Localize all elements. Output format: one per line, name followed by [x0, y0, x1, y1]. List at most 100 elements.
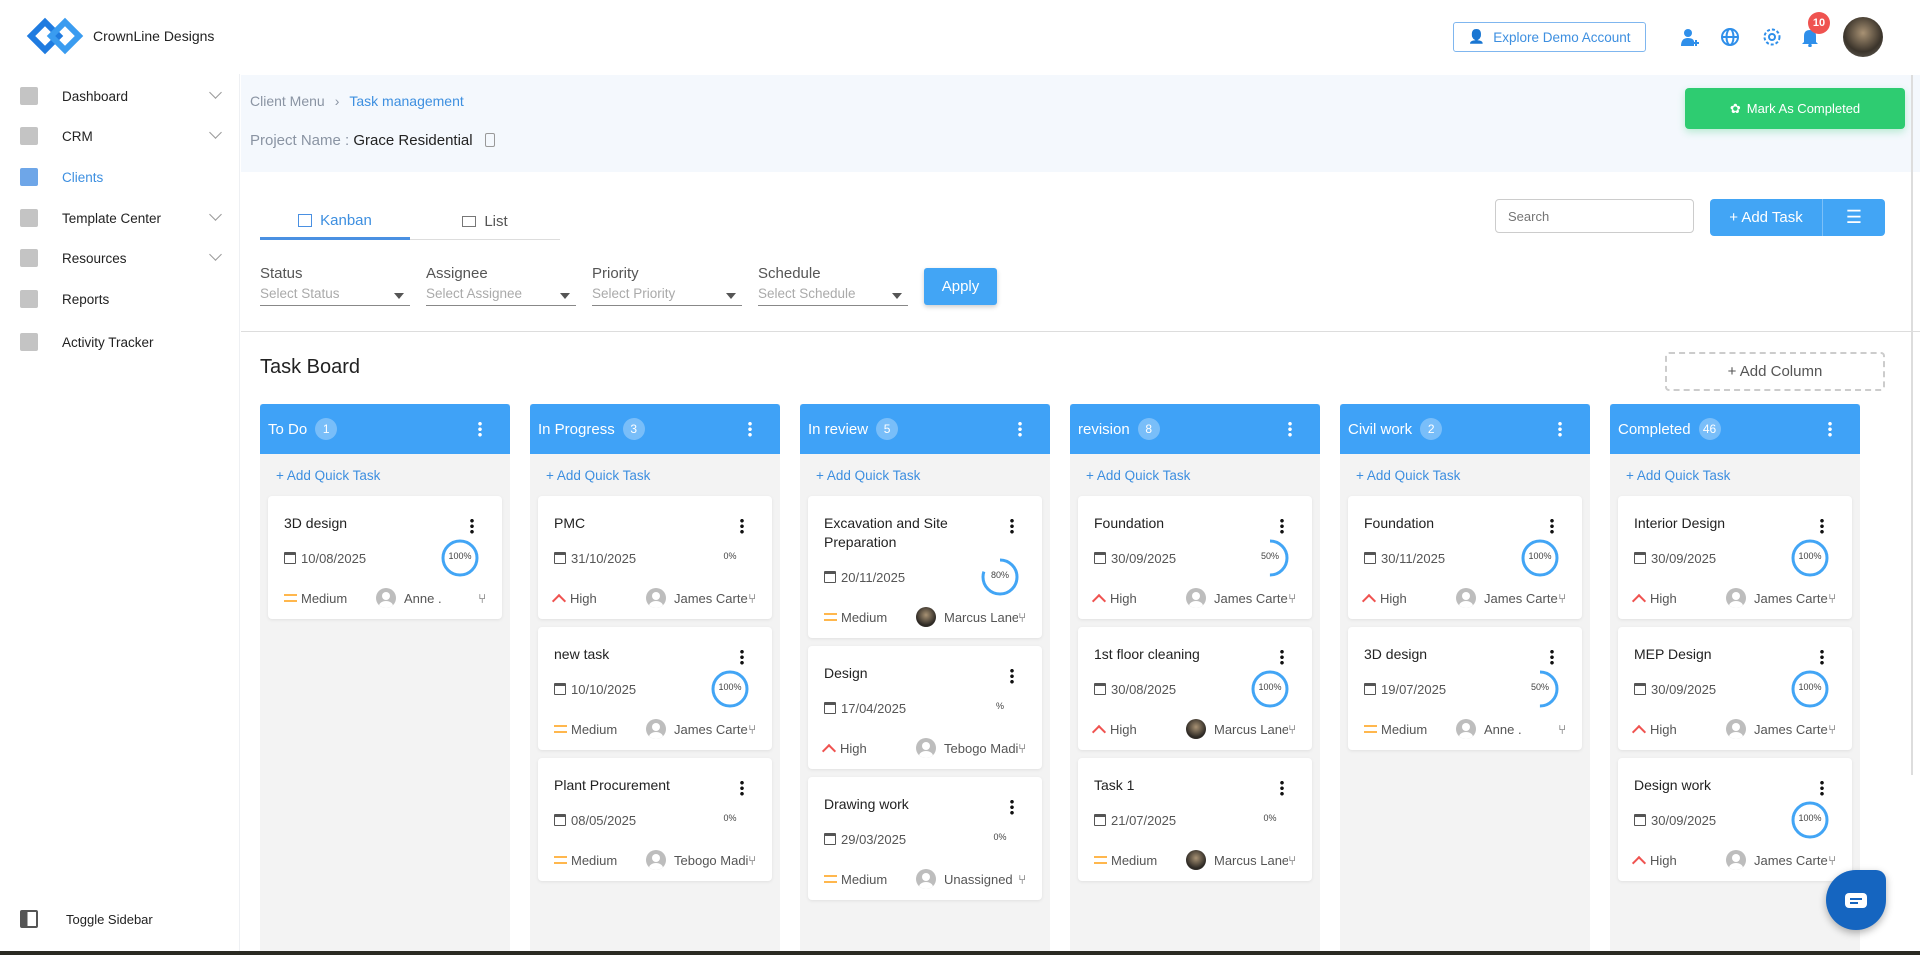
column-header[interactable]: revision 8 — [1070, 404, 1320, 454]
task-menu-icon[interactable] — [1820, 649, 1824, 665]
task-menu-icon[interactable] — [740, 649, 744, 665]
add-task-options-button[interactable]: ☰ — [1822, 199, 1885, 236]
mark-as-completed-button[interactable]: ✿ Mark As Completed — [1685, 88, 1905, 129]
column-menu-icon[interactable] — [1288, 421, 1292, 437]
apply-filters-button[interactable]: Apply — [924, 268, 997, 305]
task-card[interactable]: 3D design 19/07/2025 50% Medium Anne . ⑂ — [1348, 627, 1582, 750]
subtasks-icon[interactable]: ⑂ — [748, 591, 756, 606]
brand-logo[interactable]: CrownLine Designs — [25, 10, 214, 62]
task-menu-icon[interactable] — [1550, 649, 1554, 665]
column-header[interactable]: Completed 46 — [1610, 404, 1860, 454]
subtasks-icon[interactable]: ⑂ — [1828, 853, 1836, 868]
chat-support-button[interactable] — [1826, 870, 1886, 930]
column-header[interactable]: In review 5 — [800, 404, 1050, 454]
column-menu-icon[interactable] — [1558, 421, 1562, 437]
subtasks-icon[interactable]: ⑂ — [748, 722, 756, 737]
tab-list[interactable]: List — [410, 203, 560, 240]
add-quick-task-button[interactable]: + Add Quick Task — [260, 454, 510, 496]
add-user-icon[interactable] — [1678, 26, 1700, 48]
column-menu-icon[interactable] — [1828, 421, 1832, 437]
subtasks-icon[interactable]: ⑂ — [748, 853, 756, 868]
sidebar-item-clients[interactable]: Clients — [20, 162, 220, 192]
task-card[interactable]: Foundation 30/09/2025 50% High James Car… — [1078, 496, 1312, 619]
sidebar-item-crm[interactable]: CRM — [20, 121, 222, 151]
column-menu-icon[interactable] — [748, 421, 752, 437]
toggle-sidebar-button[interactable]: Toggle Sidebar — [20, 910, 153, 928]
add-quick-task-button[interactable]: + Add Quick Task — [1070, 454, 1320, 496]
priority-select[interactable]: Select Priority — [592, 286, 742, 306]
task-menu-icon[interactable] — [1280, 649, 1284, 665]
schedule-filter[interactable]: Schedule Select Schedule — [758, 265, 908, 306]
sidebar-item-reports[interactable]: Reports — [20, 284, 220, 314]
subtasks-icon[interactable]: ⑂ — [1018, 610, 1026, 625]
task-card[interactable]: Design work 30/09/2025 100% High James C… — [1618, 758, 1852, 881]
chevron-down-icon[interactable] — [209, 248, 222, 261]
task-card[interactable]: Drawing work 29/03/2025 0% Medium Unassi… — [808, 777, 1042, 900]
task-menu-icon[interactable] — [1820, 518, 1824, 534]
task-card[interactable]: Plant Procurement 08/05/2025 0% Medium T… — [538, 758, 772, 881]
tab-kanban[interactable]: Kanban — [260, 203, 410, 240]
sidebar-item-activity-tracker[interactable]: Activity Tracker — [20, 327, 220, 357]
sidebar-item-resources[interactable]: Resources — [20, 243, 222, 273]
task-card[interactable]: Design 17/04/2025 % High Tebogo Madi ⑂ — [808, 646, 1042, 769]
task-card[interactable]: Excavation and Site Preparation 20/11/20… — [808, 496, 1042, 638]
task-menu-icon[interactable] — [1820, 780, 1824, 796]
task-card[interactable]: MEP Design 30/09/2025 100% High James Ca… — [1618, 627, 1852, 750]
subtasks-icon[interactable]: ⑂ — [478, 591, 486, 606]
add-quick-task-button[interactable]: + Add Quick Task — [530, 454, 780, 496]
status-filter[interactable]: Status Select Status — [260, 265, 410, 306]
chevron-down-icon[interactable] — [209, 208, 222, 221]
priority-filter[interactable]: Priority Select Priority — [592, 265, 742, 306]
subtasks-icon[interactable]: ⑂ — [1558, 722, 1566, 737]
assignee-filter[interactable]: Assignee Select Assignee — [426, 265, 576, 306]
task-card[interactable]: new task 10/10/2025 100% Medium James Ca… — [538, 627, 772, 750]
task-menu-icon[interactable] — [1010, 518, 1014, 534]
add-quick-task-button[interactable]: + Add Quick Task — [800, 454, 1050, 496]
add-quick-task-button[interactable]: + Add Quick Task — [1610, 454, 1860, 496]
subtasks-icon[interactable]: ⑂ — [1018, 872, 1026, 887]
column-menu-icon[interactable] — [1018, 421, 1022, 437]
add-task-button[interactable]: + Add Task — [1710, 199, 1822, 236]
search-input[interactable] — [1495, 199, 1694, 233]
add-quick-task-button[interactable]: + Add Quick Task — [1340, 454, 1590, 496]
chevron-down-icon[interactable] — [209, 86, 222, 99]
subtasks-icon[interactable]: ⑂ — [1288, 722, 1296, 737]
page-scrollbar[interactable] — [1911, 75, 1913, 775]
task-menu-icon[interactable] — [1280, 780, 1284, 796]
copy-icon[interactable] — [484, 133, 495, 147]
subtasks-icon[interactable]: ⑂ — [1558, 591, 1566, 606]
task-card[interactable]: 1st floor cleaning 30/08/2025 100% High … — [1078, 627, 1312, 750]
task-card[interactable]: Task 1 21/07/2025 0% Medium Marcus Lane … — [1078, 758, 1312, 881]
subtasks-icon[interactable]: ⑂ — [1828, 722, 1836, 737]
task-menu-icon[interactable] — [470, 518, 474, 534]
settings-gear-icon[interactable] — [1761, 26, 1783, 48]
sidebar-item-dashboard[interactable]: Dashboard — [20, 81, 222, 111]
subtasks-icon[interactable]: ⑂ — [1288, 591, 1296, 606]
task-menu-icon[interactable] — [740, 518, 744, 534]
column-header[interactable]: Civil work 2 — [1340, 404, 1590, 454]
subtasks-icon[interactable]: ⑂ — [1018, 741, 1026, 756]
task-menu-icon[interactable] — [1010, 799, 1014, 815]
sidebar-item-template-center[interactable]: Template Center — [20, 203, 222, 233]
task-card[interactable]: 3D design 10/08/2025 100% Medium Anne . … — [268, 496, 502, 619]
column-header[interactable]: In Progress 3 — [530, 404, 780, 454]
task-menu-icon[interactable] — [1550, 518, 1554, 534]
task-menu-icon[interactable] — [1280, 518, 1284, 534]
subtasks-icon[interactable]: ⑂ — [1828, 591, 1836, 606]
column-menu-icon[interactable] — [478, 421, 482, 437]
status-select[interactable]: Select Status — [260, 286, 410, 306]
schedule-select[interactable]: Select Schedule — [758, 286, 908, 306]
task-menu-icon[interactable] — [740, 780, 744, 796]
add-column-button[interactable]: + Add Column — [1665, 352, 1885, 391]
globe-icon[interactable] — [1719, 26, 1741, 48]
assignee-select[interactable]: Select Assignee — [426, 286, 576, 306]
explore-demo-account-button[interactable]: 👤 Explore Demo Account — [1453, 22, 1646, 52]
breadcrumb-client-menu[interactable]: Client Menu — [250, 93, 325, 109]
chevron-down-icon[interactable] — [209, 126, 222, 139]
task-card[interactable]: Foundation 30/11/2025 100% High James Ca… — [1348, 496, 1582, 619]
task-card[interactable]: Interior Design 30/09/2025 100% High Jam… — [1618, 496, 1852, 619]
task-card[interactable]: PMC 31/10/2025 0% High James Carter ⑂ — [538, 496, 772, 619]
user-avatar[interactable] — [1843, 17, 1883, 57]
column-header[interactable]: To Do 1 — [260, 404, 510, 454]
subtasks-icon[interactable]: ⑂ — [1288, 853, 1296, 868]
